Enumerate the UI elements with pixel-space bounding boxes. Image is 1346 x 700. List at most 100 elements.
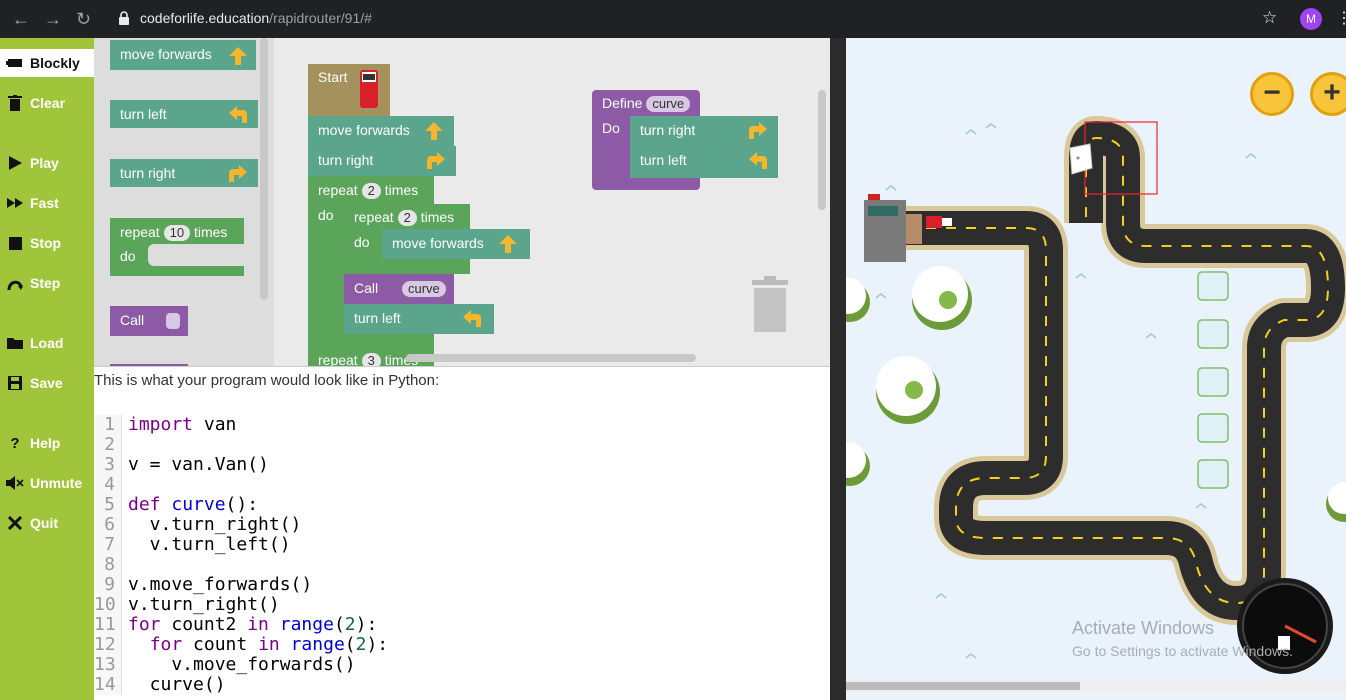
code-line: 2	[94, 435, 388, 455]
road-map	[846, 116, 1346, 674]
block-label: do	[354, 234, 370, 250]
sidebar-item-fast[interactable]: Fast	[0, 189, 94, 217]
zoom-out-button[interactable]: −	[1250, 72, 1294, 116]
block-label: turn right	[318, 152, 374, 168]
line-number: 12	[94, 635, 122, 655]
reload-icon[interactable]: ↻	[76, 9, 91, 30]
block-label: turn right	[120, 165, 176, 181]
sidebar-item-label: Play	[30, 155, 59, 171]
block-label: turn right	[640, 122, 696, 138]
lock-icon	[119, 11, 129, 25]
code-line: 12 for count in range(2):	[94, 635, 388, 655]
sidebar-item-save[interactable]: Save	[0, 369, 94, 397]
code-line: 5 def curve():	[94, 495, 388, 515]
sidebar-item-label: Blockly	[30, 55, 80, 71]
code-line: 9 v.move_forwards()	[94, 575, 388, 595]
sidebar-item-quit[interactable]: Quit	[0, 509, 94, 537]
code-text: v.move_forwards()	[128, 574, 313, 595]
repeat-count-field[interactable]: 2	[397, 210, 417, 226]
block-label: repeat 2 times	[318, 182, 419, 199]
sidebar-item-stop[interactable]: Stop	[0, 229, 94, 257]
sidebar-item-blockly[interactable]: Blockly	[0, 49, 94, 77]
line-number: 10	[94, 595, 122, 615]
pane-divider[interactable]	[830, 38, 846, 700]
depot-building	[864, 194, 922, 262]
python-code: 1 import van 2 3 v = van.Van() 4 5 def curve():…	[94, 415, 388, 695]
start-block[interactable]: Start	[308, 64, 390, 116]
sidebar-item-play[interactable]: Play	[0, 149, 94, 177]
url-text[interactable]: codeforlife.education/rapidrouter/91/#	[140, 10, 372, 26]
code-line: 13 v.move_forwards()	[94, 655, 388, 675]
call-curve-block[interactable]: Call curve	[344, 274, 454, 304]
move-forwards-block[interactable]: move forwards	[308, 116, 454, 146]
sidebar-item-help[interactable]: ? Help	[0, 429, 94, 457]
sidebar-item-label: Fast	[30, 195, 59, 211]
back-icon[interactable]: ←	[12, 9, 30, 30]
repeat-count-field[interactable]: 10	[163, 225, 191, 241]
sidebar-item-unmute[interactable]: Unmute	[0, 469, 94, 497]
block-label: do	[318, 207, 334, 223]
line-number: 3	[94, 455, 122, 475]
bookmark-star-icon[interactable]: ☆	[1262, 8, 1277, 28]
repeat-count-field[interactable]: 3	[361, 353, 381, 366]
procedure-name-field[interactable]: curve	[402, 281, 446, 297]
toolbox-repeat-block[interactable]: repeat 10 times do	[110, 218, 244, 276]
toolbox-turn-right-block[interactable]: turn right	[110, 159, 258, 187]
profile-avatar[interactable]: M	[1300, 8, 1322, 30]
workspace-trash-icon[interactable]	[750, 276, 790, 332]
toolbox-scrollbar[interactable]	[260, 38, 268, 300]
code-line: 4	[94, 475, 388, 495]
speaker-icon	[0, 476, 30, 490]
forward-icon[interactable]: →	[44, 9, 62, 30]
turn-left-block[interactable]: turn left	[344, 304, 494, 334]
blockly-icon	[0, 57, 30, 69]
procedure-name-field[interactable]	[166, 313, 180, 329]
sidebar-item-clear[interactable]: Clear	[0, 89, 94, 117]
workspace-vertical-scrollbar[interactable]	[818, 90, 826, 210]
toolbox-move-forwards-block[interactable]: move forwards	[110, 40, 256, 70]
block-label: turn left	[640, 152, 687, 168]
zoom-in-button[interactable]: +	[1310, 72, 1346, 116]
game-canvas: − + Activate Windows Go to Settings to a…	[846, 38, 1346, 700]
sidebar-item-label: Clear	[30, 95, 66, 111]
fast-forward-icon	[0, 198, 30, 208]
sidebar: Blockly Clear Play Fast Stop Step Load S…	[0, 38, 94, 700]
menu-icon[interactable]: ⋮	[1336, 8, 1346, 28]
toolbox-turn-left-block[interactable]: turn left	[110, 100, 258, 128]
line-number: 7	[94, 535, 122, 555]
code-line: 6 v.turn_right()	[94, 515, 388, 535]
block-label: repeat 2 times	[354, 209, 455, 226]
procedure-name-field[interactable]: curve	[646, 96, 691, 112]
toolbox-call-block[interactable]: Call	[110, 306, 188, 336]
game-horizontal-scrollbar[interactable]	[846, 680, 1346, 692]
arrow-up-icon	[425, 122, 443, 140]
code-text: import van	[128, 414, 237, 435]
arrow-up-icon	[229, 47, 247, 65]
code-text: v.turn_right()	[128, 594, 280, 615]
code-line: 10 v.turn_right()	[94, 595, 388, 615]
watermark-title: Activate Windows	[1072, 618, 1215, 638]
repeat-count-field[interactable]: 2	[361, 183, 381, 199]
line-number: 6	[94, 515, 122, 535]
workspace-horizontal-scrollbar[interactable]	[406, 354, 696, 362]
code-text: v.turn_right()	[128, 514, 302, 535]
block-label: move forwards	[392, 235, 484, 251]
sidebar-item-load[interactable]: Load	[0, 329, 94, 357]
sidebar-item-step[interactable]: Step	[0, 269, 94, 297]
code-line: 14 curve()	[94, 675, 388, 695]
turn-right-block[interactable]: turn right	[308, 146, 456, 176]
close-icon	[0, 516, 30, 530]
turn-right-block[interactable]: turn right	[630, 116, 778, 146]
block-label: do	[120, 248, 136, 264]
block-label: Define curve	[602, 95, 691, 112]
turn-left-block[interactable]: turn left	[630, 146, 778, 178]
sidebar-item-label: Stop	[30, 235, 62, 251]
move-forwards-block[interactable]: move forwards	[382, 229, 530, 259]
browser-toolbar: ← → ↻ codeforlife.education/rapidrouter/…	[0, 0, 1346, 38]
code-line: 3 v = van.Van()	[94, 455, 388, 475]
line-number: 11	[94, 615, 122, 635]
block-workspace[interactable]: Start move forwards turn right repeat 2 …	[274, 38, 830, 366]
snowy-hedges	[1197, 271, 1229, 489]
